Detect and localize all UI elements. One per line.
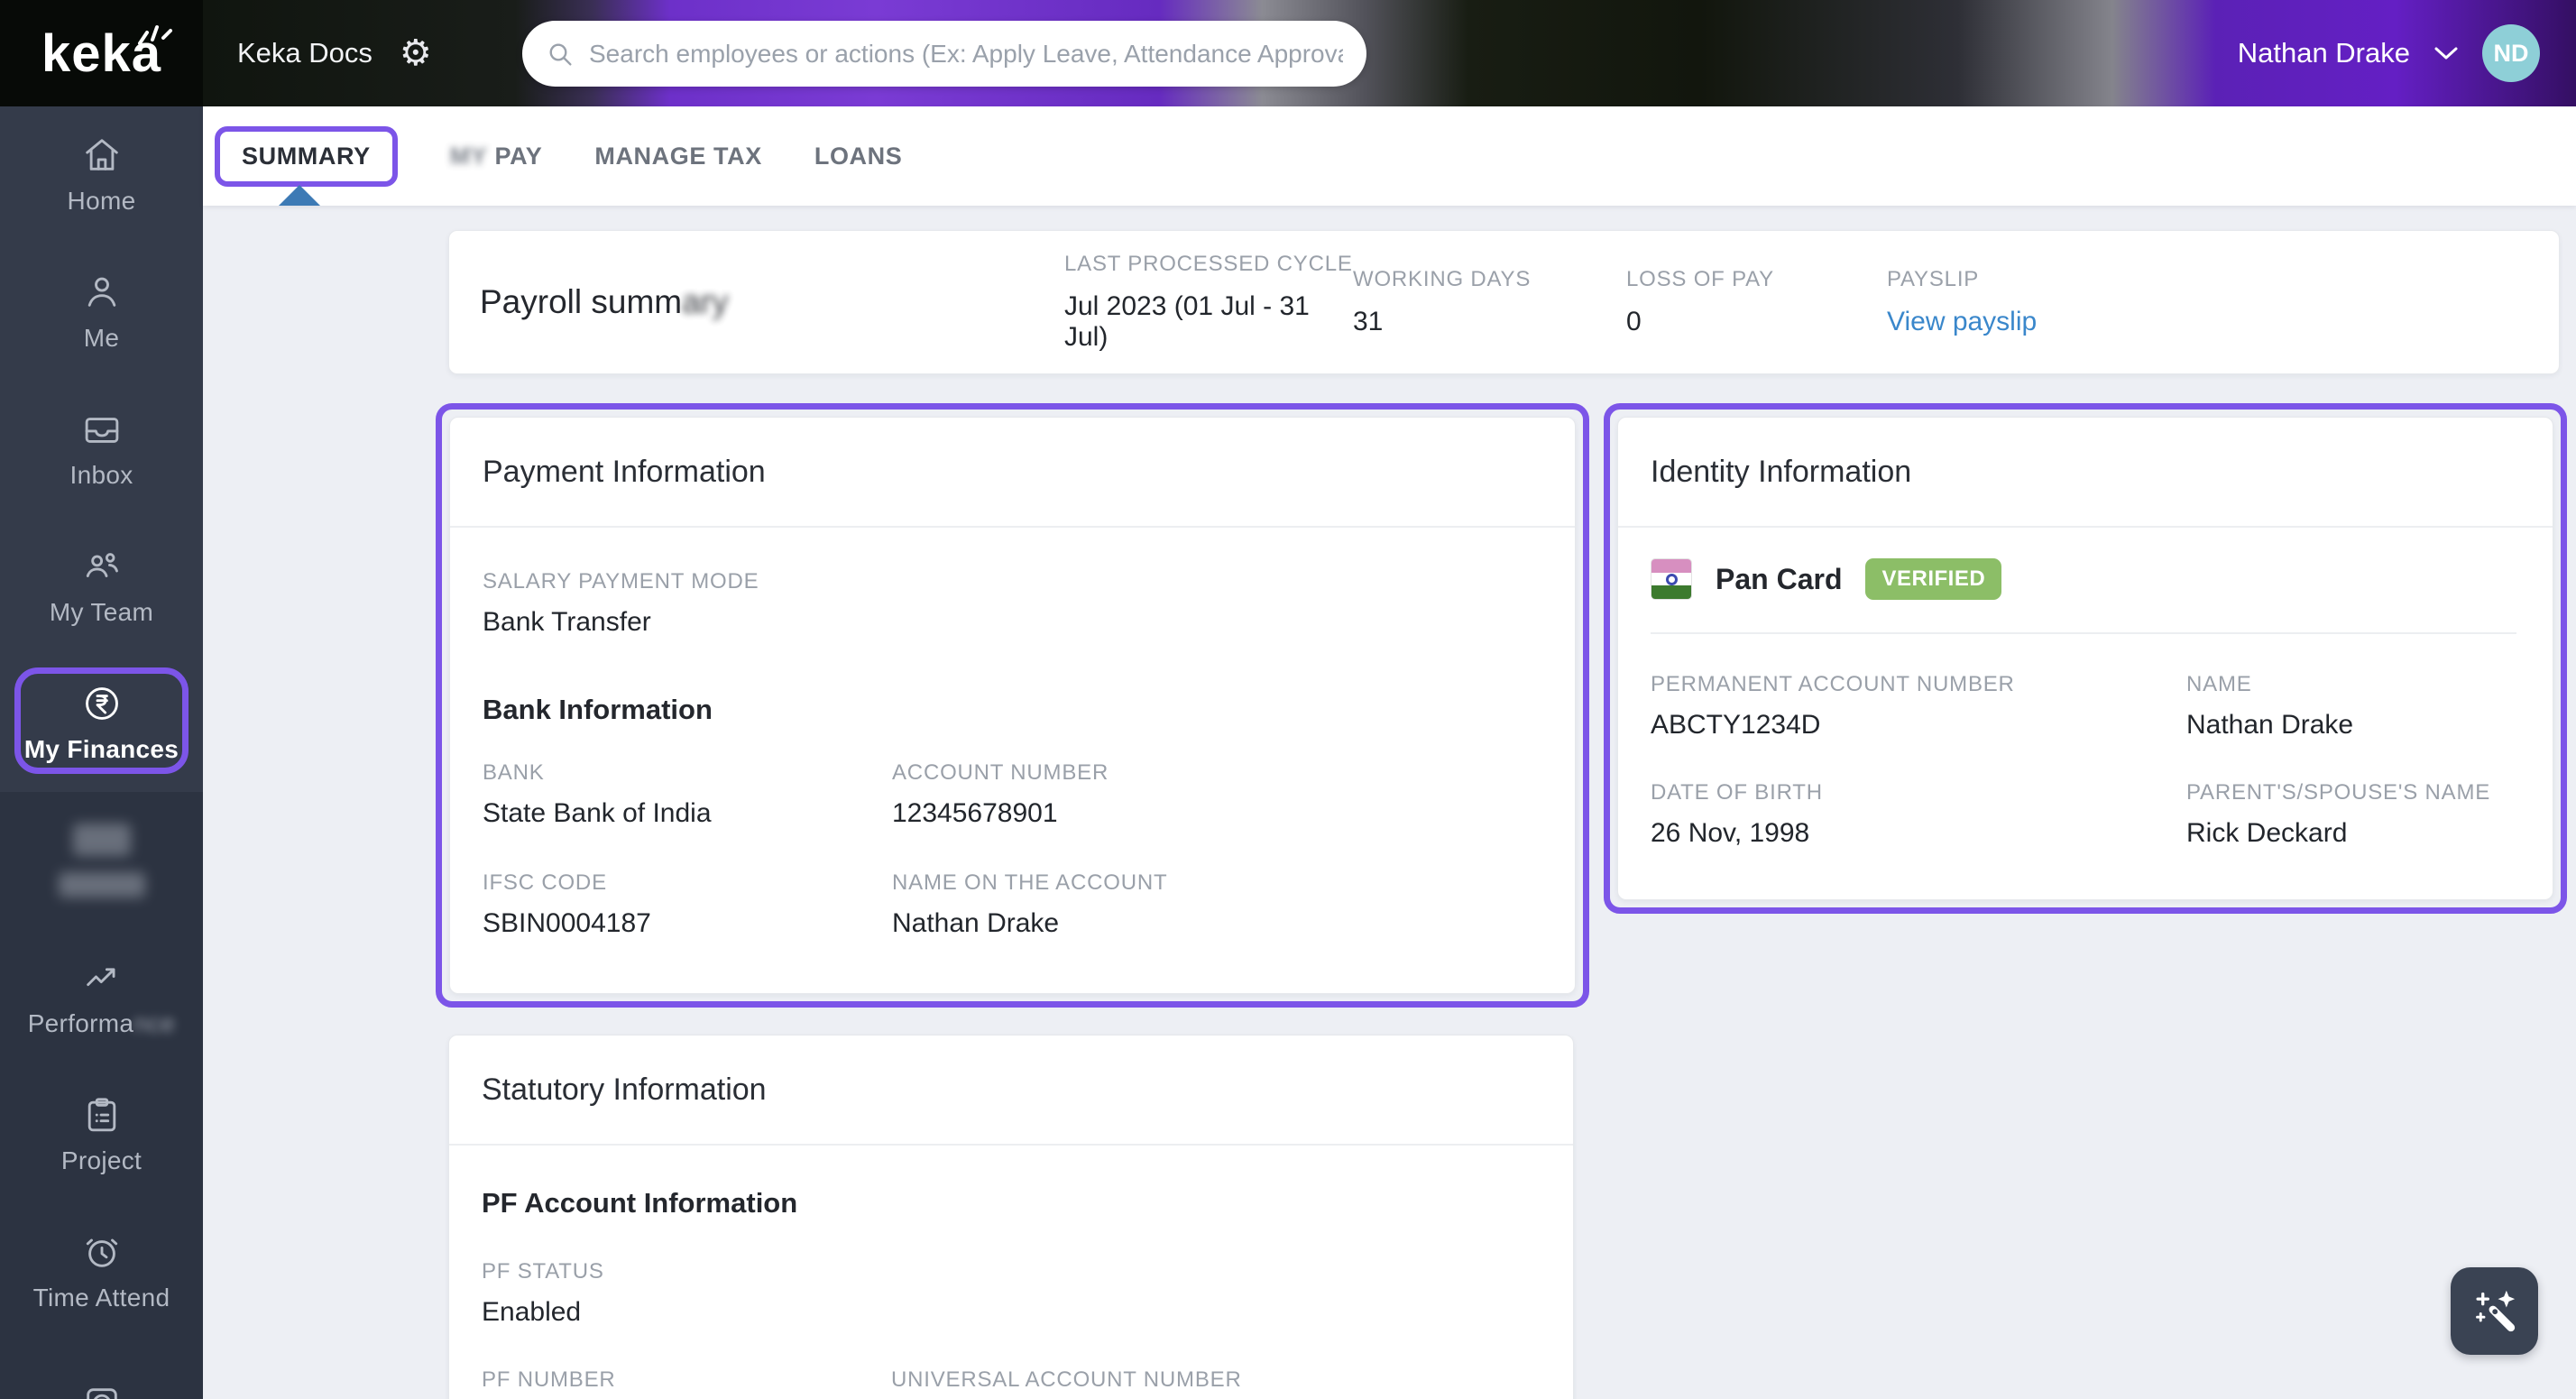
active-tab-indicator <box>279 185 320 206</box>
sidebar-item-redacted[interactable] <box>0 792 203 929</box>
sidebar-item-label: Me <box>83 324 120 352</box>
statutory-info-header: Statutory Information <box>449 1035 1573 1146</box>
sidebar-upper: Home Me Inbox My Team My Finances <box>0 106 203 792</box>
tab-my-pay[interactable]: MY PAY <box>450 143 543 170</box>
sidebar-item-label: My Team <box>49 598 154 626</box>
keka-app: keka Keka Docs ⚙ Nathan Drake ND <box>0 0 2576 1399</box>
identity-info-annotation: Identity Information Pan Card VERIFIED P… <box>1604 403 2567 914</box>
field-account-number: ACCOUNT NUMBER 12345678901 <box>892 760 1109 828</box>
field-salary-payment-mode: SALARY PAYMENT MODE Bank Transfer <box>483 569 759 637</box>
sidebar-item-performance[interactable]: Performance <box>0 929 203 1066</box>
payment-info-body: SALARY PAYMENT MODE Bank Transfer Bank I… <box>450 528 1575 993</box>
field-parent-spouse-name: PARENT'S/SPOUSE'S NAME Rick Deckard <box>2186 780 2491 848</box>
stat-loss-of-pay: LOSS OF PAY 0 <box>1626 267 1774 336</box>
field-pf-status: PF STATUS Enabled <box>482 1259 604 1327</box>
trend-up-icon <box>86 968 115 987</box>
rupee-circle-icon <box>85 687 118 720</box>
tab-summary[interactable]: SUMMARY <box>215 125 398 187</box>
identity-grid: PERMANENT ACCOUNT NUMBER ABCTY1234D NAME… <box>1651 672 2516 849</box>
field-bank: BANK State Bank of India <box>483 760 712 828</box>
avatar[interactable]: ND <box>2482 24 2540 82</box>
user-menu[interactable]: Nathan Drake ND <box>2238 0 2540 106</box>
sidebar-item-my-finances[interactable]: My Finances <box>0 655 203 792</box>
page-content: Payroll summary LAST PROCESSED CYCLE Jul… <box>203 206 2576 1399</box>
team-icon <box>86 553 118 577</box>
payment-info-title: Payment Information <box>483 454 766 489</box>
statutory-info-body: PF Account Information PF STATUS Enabled… <box>449 1146 1573 1399</box>
india-flag-icon <box>1651 558 1692 600</box>
topbar-left: Keka Docs ⚙ <box>237 35 432 71</box>
payroll-summary-title: Payroll summary <box>480 283 729 320</box>
payroll-icon <box>86 1388 117 1399</box>
keka-logo[interactable]: keka <box>0 0 203 106</box>
chevron-down-icon <box>2434 47 2458 60</box>
bank-information-grid: BANK State Bank of India ACCOUNT NUMBER … <box>483 760 1542 939</box>
sidebar: Home Me Inbox My Team My Finances Perfor… <box>0 106 203 1399</box>
clipboard-icon <box>87 1098 115 1132</box>
statutory-info-card: Statutory Information PF Account Informa… <box>448 1035 1574 1399</box>
statutory-info-title: Statutory Information <box>482 1072 767 1107</box>
home-icon <box>85 139 118 170</box>
sidebar-item-label: My Finances <box>23 735 179 763</box>
keka-docs-link[interactable]: Keka Docs <box>237 37 373 69</box>
view-payslip-link[interactable]: View payslip <box>1887 307 2037 337</box>
sidebar-item-label: Project <box>60 1146 143 1174</box>
sidebar-item-label: Time Attend <box>32 1284 170 1312</box>
field-pan-number: PERMANENT ACCOUNT NUMBER ABCTY1234D <box>1651 672 2015 740</box>
tab-bar: SUMMARY MY PAY MANAGE TAX LOANS <box>203 106 2576 206</box>
sidebar-item-time-attend[interactable]: Time Attend <box>0 1203 203 1340</box>
divider <box>1651 632 2516 634</box>
sidebar-item-payroll-partial[interactable] <box>0 1340 203 1399</box>
document-name: Pan Card <box>1716 562 1843 595</box>
sidebar-item-label: Inbox <box>69 461 133 489</box>
field-name: NAME Nathan Drake <box>2186 672 2354 740</box>
field-ifsc-code: IFSC CODE SBIN0004187 <box>483 870 651 938</box>
redacted-icon <box>72 824 131 856</box>
alarm-clock-icon <box>86 1238 117 1267</box>
sidebar-item-project[interactable]: Project <box>0 1066 203 1203</box>
sidebar-item-label: Home <box>67 187 136 215</box>
sidebar-item-inbox[interactable]: Inbox <box>0 381 203 518</box>
field-date-of-birth: DATE OF BIRTH 26 Nov, 1998 <box>1651 780 1823 848</box>
search-icon <box>549 43 572 66</box>
magic-wand-button[interactable] <box>2451 1267 2538 1355</box>
payment-info-header: Payment Information <box>450 418 1575 528</box>
tab-loans[interactable]: LOANS <box>814 143 903 170</box>
pf-account-heading: PF Account Information <box>482 1187 798 1219</box>
pf-grid: PF NUMBER 432432143244343 UNIVERSAL ACCO… <box>482 1367 1541 1399</box>
search-input[interactable] <box>589 39 1343 69</box>
sidebar-item-my-team[interactable]: My Team <box>0 518 203 655</box>
user-name: Nathan Drake <box>2237 37 2410 69</box>
field-name-on-account: NAME ON THE ACCOUNT Nathan Drake <box>892 870 1168 938</box>
user-icon <box>87 277 115 307</box>
inbox-icon <box>85 418 118 443</box>
identity-info-title: Identity Information <box>1651 454 1912 489</box>
identity-info-card: Identity Information Pan Card VERIFIED P… <box>1617 417 2553 900</box>
field-pf-number: PF NUMBER 432432143244343 <box>482 1367 616 1392</box>
identity-info-body: Pan Card VERIFIED PERMANENT ACCOUNT NUMB… <box>1618 528 2553 899</box>
verified-badge: VERIFIED <box>1865 558 2002 600</box>
main-area: SUMMARY MY PAY MANAGE TAX LOANS Payroll … <box>203 106 2576 1399</box>
magic-wand-icon <box>2475 1290 2515 1331</box>
payment-info-card: Payment Information SALARY PAYMENT MODE … <box>449 417 1576 994</box>
logo-spark-icon <box>138 25 172 45</box>
global-search[interactable] <box>522 21 1366 87</box>
sidebar-item-label: Performance <box>27 1009 176 1037</box>
sidebar-item-me[interactable]: Me <box>0 244 203 381</box>
sidebar-lower: Performance Project Time Attend <box>0 792 203 1399</box>
sidebar-item-home[interactable]: Home <box>0 106 203 244</box>
payroll-summary-card: Payroll summary LAST PROCESSED CYCLE Jul… <box>448 230 2560 374</box>
tab-manage-tax[interactable]: MANAGE TAX <box>594 143 762 170</box>
pan-card-row: Pan Card VERIFIED <box>1651 558 2516 600</box>
topbar: keka Keka Docs ⚙ Nathan Drake ND <box>0 0 2576 106</box>
stat-payslip: PAYSLIP View payslip <box>1887 267 2038 337</box>
field-uan: UNIVERSAL ACCOUNT NUMBER 1432434535435 <box>891 1367 1242 1392</box>
payment-info-annotation: Payment Information SALARY PAYMENT MODE … <box>436 403 1589 1008</box>
stat-working-days: WORKING DAYS 31 <box>1353 267 1532 336</box>
gear-icon[interactable]: ⚙ <box>400 35 432 71</box>
identity-info-header: Identity Information <box>1618 418 2553 528</box>
stat-last-processed-cycle: LAST PROCESSED CYCLE Jul 2023 (01 Jul - … <box>1064 252 1353 352</box>
redacted-label <box>58 872 145 897</box>
bank-information-heading: Bank Information <box>483 694 713 725</box>
